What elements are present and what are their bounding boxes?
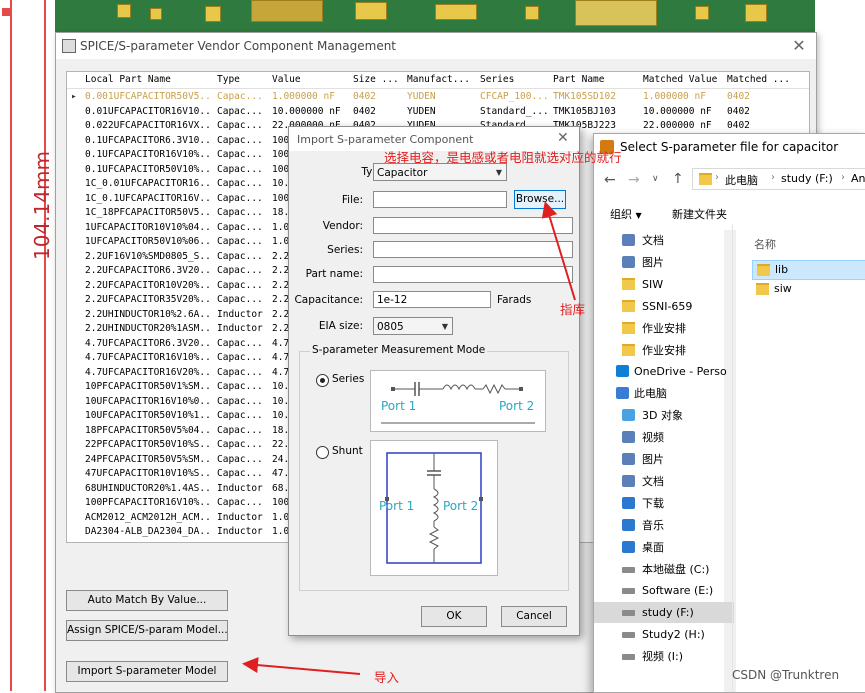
annotation-arrows xyxy=(242,201,576,675)
watermark: CSDN @Trunktren xyxy=(732,668,840,682)
